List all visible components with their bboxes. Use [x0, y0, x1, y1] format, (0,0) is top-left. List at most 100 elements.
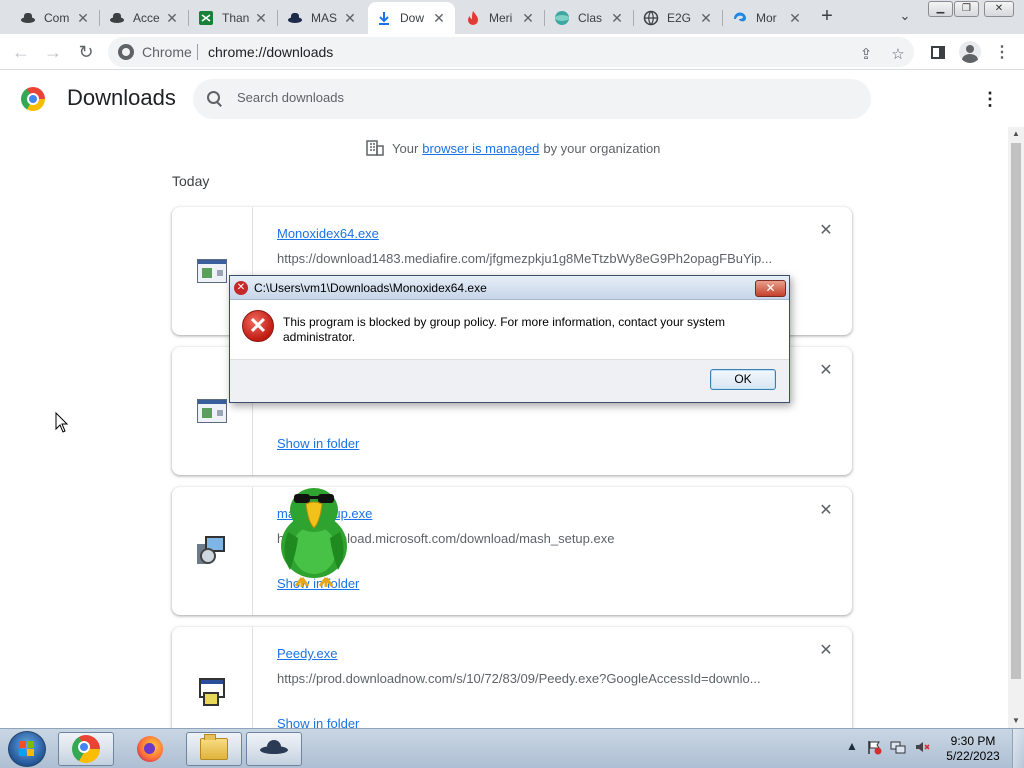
agent-icon: [20, 10, 36, 26]
download-url: https://download1483.mediafire.com/jfgme…: [277, 251, 773, 266]
download-url: https://download.microsoft.com/download/…: [277, 531, 615, 546]
side-panel-icon[interactable]: [926, 40, 950, 64]
close-tab-icon[interactable]: ✕: [609, 10, 625, 27]
tab-mas[interactable]: MAS ✕: [279, 2, 366, 34]
action-center-flag-icon[interactable]: [866, 739, 882, 758]
close-tab-icon[interactable]: ✕: [787, 10, 803, 27]
tab-acce[interactable]: Acce ✕: [101, 2, 188, 34]
share-icon[interactable]: ⇪: [857, 45, 875, 63]
building-icon: [366, 140, 384, 156]
firefox-icon: [137, 736, 163, 762]
remove-download-icon[interactable]: ✕: [818, 503, 834, 519]
reload-icon[interactable]: ↻: [74, 40, 98, 64]
site-info-chip[interactable]: Chrome: [118, 44, 192, 60]
sheet-icon: [198, 10, 214, 26]
profile-avatar-icon[interactable]: [958, 40, 982, 64]
restore-button[interactable]: ❐: [954, 1, 979, 17]
remove-download-icon[interactable]: ✕: [818, 223, 834, 239]
search-downloads-bar[interactable]: [193, 79, 871, 119]
show-hidden-icons-icon[interactable]: ▲: [846, 739, 858, 753]
tab-search-chevron-icon[interactable]: ⌄: [895, 8, 915, 26]
chrome-icon: [118, 44, 134, 60]
clock-date: 5/22/2023: [946, 749, 1000, 763]
close-tab-icon[interactable]: ✕: [75, 10, 91, 27]
date-heading: Today: [172, 173, 210, 189]
peedy-file-icon: [197, 676, 227, 706]
explorer-icon: [200, 734, 228, 760]
web-icon: [643, 10, 659, 26]
taskbar-agent-button[interactable]: [246, 732, 302, 766]
flame-icon: [465, 10, 481, 26]
tab-meri[interactable]: Meri ✕: [457, 2, 544, 34]
download-icon: [376, 10, 392, 26]
show-in-folder-link[interactable]: Show in folder: [277, 436, 359, 451]
scroll-up-arrow-icon[interactable]: ▲: [1008, 129, 1024, 139]
back-arrow-icon[interactable]: ←: [9, 40, 33, 64]
browser-menu-icon[interactable]: ⋮: [990, 40, 1014, 64]
close-tab-icon[interactable]: ✕: [520, 10, 536, 27]
tab-com[interactable]: Com ✕: [12, 2, 99, 34]
tab-e2g[interactable]: E2G ✕: [635, 2, 722, 34]
dialog-title-bar[interactable]: ✕ C:\Users\vm1\Downloads\Monoxidex64.exe…: [230, 276, 789, 300]
tab-strip: Com ✕ Acce ✕ Than ✕ MAS ✕ Dow ✕ Meri ✕ C…: [0, 0, 1024, 34]
dialog-close-button[interactable]: ✕: [755, 280, 786, 297]
managed-notice: Your browser is managed by your organiza…: [366, 140, 660, 156]
scroll-thumb[interactable]: [1011, 143, 1021, 679]
minimize-button[interactable]: ▁: [928, 1, 953, 17]
tab-clas[interactable]: Clas ✕: [546, 2, 633, 34]
ok-button[interactable]: OK: [710, 369, 776, 390]
forward-arrow-icon[interactable]: →: [41, 40, 65, 64]
group-policy-error-dialog: ✕ C:\Users\vm1\Downloads\Monoxidex64.exe…: [229, 275, 790, 403]
dialog-title: C:\Users\vm1\Downloads\Monoxidex64.exe: [254, 281, 487, 295]
tab-mor[interactable]: Mor ✕: [724, 2, 811, 34]
page-scrollbar[interactable]: ▲ ▼: [1008, 127, 1024, 728]
mouse-pointer-icon: [55, 412, 69, 433]
windows-taskbar: ▲ 9:30 PM 5/22/2023: [0, 728, 1024, 768]
download-filename-link[interactable]: Monoxidex64.exe: [277, 226, 379, 241]
close-tab-icon[interactable]: ✕: [253, 10, 269, 27]
network-icon[interactable]: [890, 739, 906, 758]
taskbar-explorer-button[interactable]: [186, 732, 242, 766]
browser-toolbar: ← → ↻ Chrome chrome://downloads ⇪ ☆ ⋮: [0, 34, 1024, 70]
agent-icon: [109, 10, 125, 26]
close-tab-icon[interactable]: ✕: [431, 10, 447, 27]
exe-file-icon: [197, 259, 227, 283]
remove-download-icon[interactable]: ✕: [818, 363, 834, 379]
tab-downloads[interactable]: Dow ✕: [368, 2, 455, 34]
search-input[interactable]: [237, 90, 837, 105]
download-item: mash_setup.exe https://download.microsof…: [172, 487, 852, 615]
remove-download-icon[interactable]: ✕: [818, 643, 834, 659]
edge-icon: [732, 10, 748, 26]
start-button[interactable]: [8, 731, 46, 767]
system-clock[interactable]: 9:30 PM 5/22/2023: [936, 734, 1010, 764]
chrome-icon: [72, 735, 100, 763]
download-filename-link[interactable]: Peedy.exe: [277, 646, 337, 661]
url-text[interactable]: chrome://downloads: [208, 44, 333, 60]
taskbar-chrome-button[interactable]: [58, 732, 114, 766]
error-small-icon: ✕: [234, 281, 248, 295]
globe-icon: [554, 10, 570, 26]
peedy-parrot-character[interactable]: [276, 484, 352, 588]
show-desktop-button[interactable]: [1012, 729, 1024, 768]
new-tab-button[interactable]: +: [815, 6, 839, 28]
close-window-button[interactable]: ✕: [984, 1, 1014, 17]
more-actions-icon[interactable]: ⋮: [980, 89, 1000, 109]
page-title: Downloads: [67, 85, 176, 110]
close-tab-icon[interactable]: ✕: [698, 10, 714, 27]
chrome-logo-icon: [21, 87, 45, 111]
exe-file-icon: [197, 399, 227, 423]
download-url: https://prod.downloadnow.com/s/10/72/83/…: [277, 671, 761, 686]
address-bar[interactable]: Chrome chrome://downloads ⇪ ☆: [108, 37, 914, 67]
browser-managed-link[interactable]: browser is managed: [422, 141, 539, 156]
tab-than[interactable]: Than ✕: [190, 2, 277, 34]
close-tab-icon[interactable]: ✕: [164, 10, 180, 27]
scroll-down-arrow-icon[interactable]: ▼: [1008, 716, 1024, 726]
bookmark-star-icon[interactable]: ☆: [889, 45, 907, 63]
agent-icon: [260, 740, 288, 758]
setup-file-icon: [197, 536, 227, 566]
error-icon: ✕: [242, 310, 274, 342]
close-tab-icon[interactable]: ✕: [342, 10, 358, 27]
volume-muted-icon[interactable]: [914, 739, 930, 758]
show-in-folder-link[interactable]: Show in folder: [277, 716, 359, 728]
taskbar-firefox-button[interactable]: [122, 732, 178, 766]
